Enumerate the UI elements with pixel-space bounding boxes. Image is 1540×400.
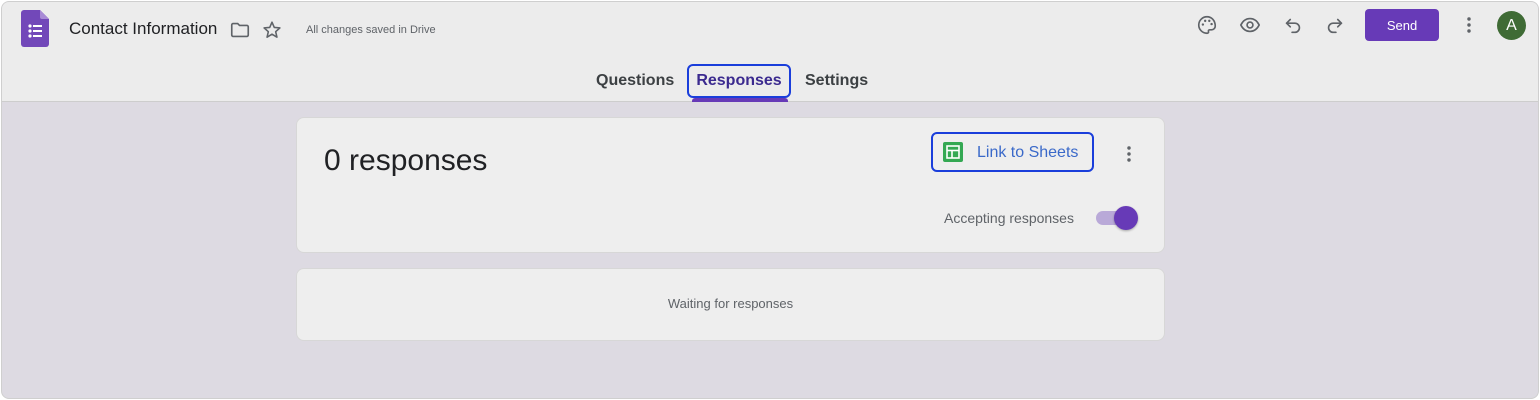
- responses-placeholder-card: Waiting for responses: [296, 268, 1165, 341]
- palette-icon[interactable]: [1195, 13, 1219, 37]
- forms-logo-icon[interactable]: [21, 10, 49, 47]
- eye-icon[interactable]: [1238, 13, 1262, 37]
- link-to-sheets-button[interactable]: Link to Sheets: [931, 132, 1094, 172]
- star-icon[interactable]: [260, 18, 284, 42]
- tab-responses[interactable]: Responses: [687, 64, 791, 98]
- tab-questions[interactable]: Questions: [596, 72, 674, 90]
- waiting-message: Waiting for responses: [667, 296, 794, 311]
- avatar[interactable]: A: [1497, 11, 1526, 40]
- link-to-sheets-label: Link to Sheets: [977, 144, 1079, 161]
- responses-summary-card: 0 responses Link to Sheets Accepting res…: [296, 117, 1165, 253]
- more-vert-icon[interactable]: [1117, 142, 1141, 166]
- form-title[interactable]: Contact Information: [69, 19, 217, 39]
- folder-icon[interactable]: [228, 18, 252, 42]
- tab-responses-label: Responses: [696, 72, 782, 89]
- accepting-responses-toggle[interactable]: [1096, 206, 1138, 230]
- sheets-icon: [943, 142, 963, 162]
- tab-settings[interactable]: Settings: [805, 72, 868, 90]
- app-window: Contact Information All changes saved in…: [1, 1, 1539, 399]
- app-header: Contact Information All changes saved in…: [2, 2, 1538, 102]
- send-button[interactable]: Send: [1365, 9, 1439, 41]
- accepting-responses-label: Accepting responses: [944, 210, 1074, 226]
- more-vert-icon[interactable]: [1457, 13, 1481, 37]
- active-tab-indicator: [692, 98, 788, 102]
- response-count: 0 responses: [324, 144, 488, 177]
- toggle-knob: [1114, 206, 1138, 230]
- undo-icon[interactable]: [1281, 13, 1305, 37]
- save-status: All changes saved in Drive: [306, 24, 436, 36]
- redo-icon[interactable]: [1323, 13, 1347, 37]
